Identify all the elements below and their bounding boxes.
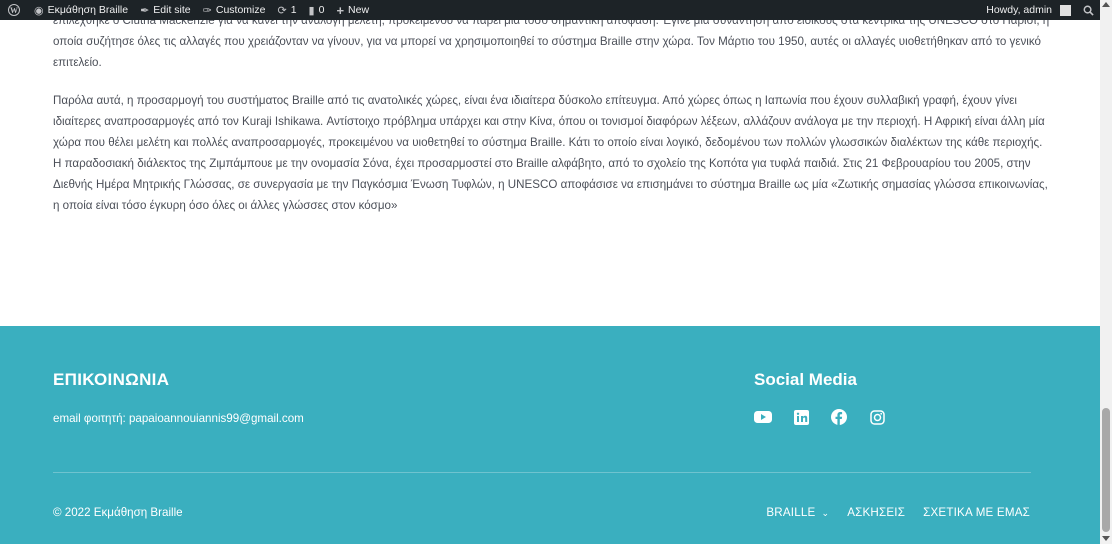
footer-nav-braille[interactable]: BRAILLE ⌄ bbox=[766, 506, 829, 519]
dashboard-icon: ◉ bbox=[34, 4, 44, 17]
article-paragraph: Παρόλα αυτά, η προσαρμογή του συστήματος… bbox=[53, 94, 1048, 212]
social-media-heading: Social Media bbox=[754, 370, 857, 389]
plus-icon: + bbox=[336, 2, 345, 18]
site-name-label: Εκμάθηση Braille bbox=[47, 4, 129, 16]
updates-link[interactable]: ⟳ 1 bbox=[271, 0, 302, 20]
edit-site-link[interactable]: ✒ Edit site bbox=[134, 0, 197, 20]
footer-nav-about[interactable]: ΣΧΕΤΙΚΑ ΜΕ ΕΜΑΣ bbox=[923, 506, 1030, 519]
admin-search-button[interactable] bbox=[1077, 0, 1100, 20]
admin-bar: W ◉ Εκμάθηση Braille ✒ Edit site ✑ Custo… bbox=[0, 0, 1100, 20]
my-account-menu[interactable]: Howdy, admin bbox=[980, 0, 1077, 20]
avatar bbox=[1060, 4, 1071, 16]
footer-nav-braille-label: BRAILLE bbox=[766, 506, 816, 519]
brush-icon: ✑ bbox=[202, 4, 212, 17]
site-name-menu[interactable]: ◉ Εκμάθηση Braille bbox=[28, 0, 134, 20]
copyright: © 2022 Εκμάθηση Braille bbox=[53, 506, 183, 519]
footer-nav: BRAILLE ⌄ ΑΣΚΗΣΕΙΣ ΣΧΕΤΙΚΑ ΜΕ ΕΜΑΣ bbox=[766, 506, 1030, 519]
page-scrollbar[interactable] bbox=[1100, 0, 1112, 544]
instagram-icon[interactable] bbox=[868, 408, 886, 426]
linkedin-icon[interactable] bbox=[792, 408, 810, 426]
search-icon bbox=[1083, 5, 1094, 16]
facebook-icon[interactable] bbox=[830, 408, 848, 426]
customize-label: Customize bbox=[215, 4, 266, 16]
comments-link[interactable]: ▮ 0 bbox=[303, 0, 331, 20]
updates-count: 1 bbox=[290, 4, 297, 16]
new-content-menu[interactable]: + New bbox=[330, 0, 375, 20]
scroll-down-arrow-icon[interactable] bbox=[1102, 536, 1110, 541]
new-label: New bbox=[348, 4, 370, 16]
updates-icon: ⟳ bbox=[277, 4, 287, 17]
contact-email: email φοιτητή: papaioannouiannis99@gmail… bbox=[53, 412, 304, 425]
site-footer: ΕΠΙΚΟΙΝΩΝΙΑ email φοιτητή: papaioannouia… bbox=[0, 326, 1100, 544]
edit-site-label: Edit site bbox=[153, 4, 191, 16]
comment-icon: ▮ bbox=[308, 4, 315, 17]
social-icons bbox=[754, 408, 886, 426]
edit-icon: ✒ bbox=[140, 4, 150, 17]
article-content: επιλέχθηκε ο Clutha Mackenzie για να κάν… bbox=[53, 10, 1053, 233]
footer-nav-exercises[interactable]: ΑΣΚΗΣΕΙΣ bbox=[847, 506, 905, 519]
scrollbar-thumb[interactable] bbox=[1102, 408, 1110, 532]
contact-heading: ΕΠΙΚΟΙΝΩΝΙΑ bbox=[53, 370, 170, 389]
chevron-down-icon: ⌄ bbox=[821, 508, 830, 518]
scroll-up-arrow-icon[interactable] bbox=[1102, 2, 1110, 7]
wordpress-logo-menu[interactable]: W bbox=[0, 0, 28, 20]
youtube-icon[interactable] bbox=[754, 408, 772, 426]
footer-divider bbox=[53, 472, 1031, 473]
howdy-label: Howdy, admin bbox=[986, 4, 1052, 16]
comments-count: 0 bbox=[318, 4, 325, 16]
customize-link[interactable]: ✑ Customize bbox=[197, 0, 272, 20]
wordpress-icon: W bbox=[8, 4, 20, 16]
